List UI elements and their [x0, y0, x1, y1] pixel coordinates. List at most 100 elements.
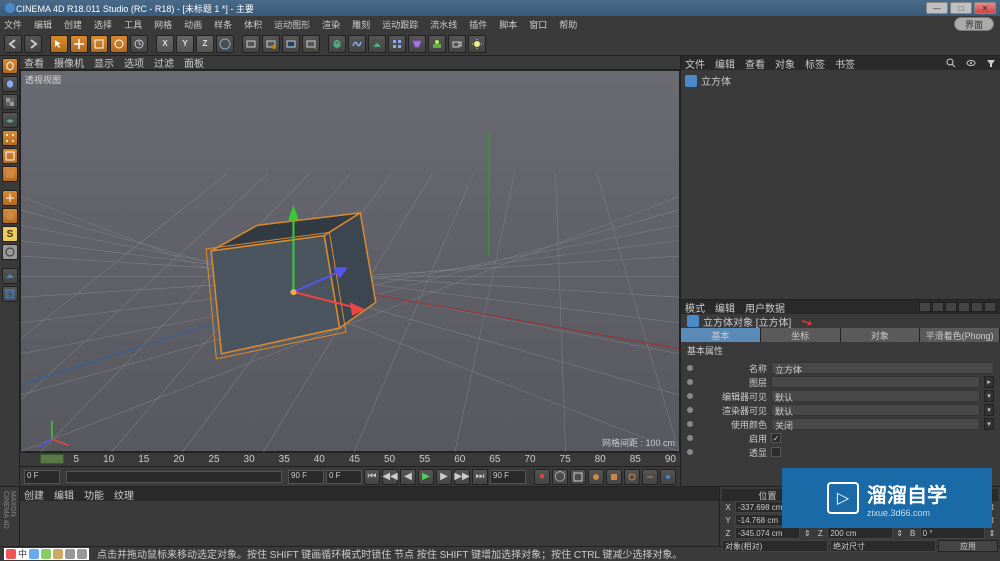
timeline-current[interactable]: 0 F	[326, 470, 362, 484]
coord-mode2[interactable]: 绝对尺寸	[830, 540, 936, 552]
y-axis-lock[interactable]: Y	[176, 35, 194, 53]
menu-script[interactable]: 脚本	[499, 18, 517, 31]
render-settings[interactable]	[302, 35, 320, 53]
menu-spline[interactable]: 样条	[214, 18, 232, 31]
attr-tab-coord[interactable]: 坐标	[761, 328, 841, 342]
vp-menu-camera[interactable]: 摄像机	[54, 55, 84, 70]
object-cube[interactable]: 立方体	[683, 72, 998, 89]
key-pos[interactable]	[588, 469, 604, 485]
array-tool[interactable]	[388, 35, 406, 53]
obj-tab-tags[interactable]: 标签	[805, 56, 825, 71]
minimize-button[interactable]: —	[926, 2, 948, 14]
attr-usecolor-drop[interactable]: ▾	[984, 418, 994, 430]
modeling-mode[interactable]	[2, 268, 18, 284]
vp-menu-filter[interactable]: 过滤	[154, 55, 174, 70]
mat-tab-texture[interactable]: 纹理	[114, 487, 134, 502]
play-button[interactable]: ▶	[418, 469, 434, 485]
coord-mode1[interactable]: 对象(相对)	[722, 540, 828, 552]
render-region[interactable]	[262, 35, 280, 53]
viewport-toggle[interactable]	[2, 208, 18, 224]
attr-nav-back[interactable]	[919, 302, 931, 312]
timeline-start[interactable]: 0 F	[24, 470, 60, 484]
goto-end-button[interactable]: ⏭	[472, 469, 488, 485]
vp-menu-options[interactable]: 选项	[124, 55, 144, 70]
attr-menu-mode[interactable]: 模式	[685, 300, 705, 315]
vp-menu-panel[interactable]: 面板	[184, 55, 204, 70]
viewport-3d[interactable]: 透视视图 网格间距 : 100 cm	[20, 70, 680, 452]
mat-tab-func[interactable]: 功能	[84, 487, 104, 502]
maximize-button[interactable]: □	[950, 2, 972, 14]
menu-create[interactable]: 创建	[64, 18, 82, 31]
key-pla[interactable]	[660, 469, 676, 485]
vp-menu-view[interactable]: 查看	[24, 55, 44, 70]
camera-tool[interactable]	[448, 35, 466, 53]
next-key-button[interactable]: ▶▶	[454, 469, 470, 485]
vp-menu-display[interactable]: 显示	[94, 55, 114, 70]
menu-volume[interactable]: 体积	[244, 18, 262, 31]
obj-search-icon[interactable]	[946, 58, 956, 68]
scale-tool[interactable]	[90, 35, 108, 53]
make-editable[interactable]	[2, 58, 18, 74]
attr-tab-object[interactable]: 对象	[841, 328, 921, 342]
menu-sculpt[interactable]: 雕刻	[352, 18, 370, 31]
render-view[interactable]	[242, 35, 260, 53]
attr-name-input[interactable]: 立方体	[771, 362, 994, 374]
menu-select[interactable]: 选择	[94, 18, 112, 31]
attr-nav-fwd[interactable]	[932, 302, 944, 312]
coord-z-pos[interactable]: -345.074 cm	[735, 527, 800, 539]
x-axis-lock[interactable]: X	[156, 35, 174, 53]
nurbs-tool[interactable]	[368, 35, 386, 53]
attr-nav-menu[interactable]	[984, 302, 996, 312]
menu-track[interactable]: 运动跟踪	[382, 18, 418, 31]
attr-nav-up[interactable]	[945, 302, 957, 312]
model-mode[interactable]	[2, 76, 18, 92]
coord-z-size[interactable]: 200 cm	[827, 527, 892, 539]
obj-tab-file[interactable]: 文件	[685, 56, 705, 71]
z-axis-lock[interactable]: Z	[196, 35, 214, 53]
point-mode[interactable]	[2, 130, 18, 146]
workplane-snap[interactable]	[2, 244, 18, 260]
recent-tool[interactable]	[130, 35, 148, 53]
obj-eye-icon[interactable]	[966, 58, 976, 68]
key-param[interactable]	[642, 469, 658, 485]
goto-start-button[interactable]: ⏮	[364, 469, 380, 485]
obj-tab-edit[interactable]: 编辑	[715, 56, 735, 71]
attr-editor-vis-select[interactable]: 默认	[771, 390, 980, 402]
record-button[interactable]: ●	[534, 469, 550, 485]
attr-render-vis-select[interactable]: 默认	[771, 404, 980, 416]
coord-b[interactable]: 0 °	[920, 527, 985, 539]
menu-tools[interactable]: 工具	[124, 18, 142, 31]
autokey-button[interactable]: ◯	[552, 469, 568, 485]
menu-file[interactable]: 文件	[4, 18, 22, 31]
coord-apply-button[interactable]: 应用	[938, 540, 998, 552]
key-scale[interactable]	[606, 469, 622, 485]
texture-mode[interactable]	[2, 94, 18, 110]
obj-tab-objects[interactable]: 对象	[775, 56, 795, 71]
attr-menu-edit[interactable]: 编辑	[715, 300, 735, 315]
uv-mode[interactable]	[2, 286, 18, 302]
snap-toggle[interactable]: S	[2, 226, 18, 242]
prev-frame-button[interactable]: ◀	[400, 469, 416, 485]
attr-enable-checkbox[interactable]: ✓	[771, 433, 781, 443]
attr-tab-basic[interactable]: 基本	[681, 328, 761, 342]
obj-tab-bookmarks[interactable]: 书签	[835, 56, 855, 71]
mat-tab-create[interactable]: 创建	[24, 487, 44, 502]
workplane-mode[interactable]	[2, 112, 18, 128]
deformer-tool[interactable]	[408, 35, 426, 53]
layout-dropdown[interactable]: 界面	[954, 17, 994, 31]
menu-mograph[interactable]: 运动图形	[274, 18, 310, 31]
timeline-playhead[interactable]	[40, 454, 64, 464]
spline-primitive[interactable]	[348, 35, 366, 53]
timeline-ruler[interactable]: 051015202530354045505560657075808590	[20, 452, 680, 466]
select-tool[interactable]	[50, 35, 68, 53]
attr-nav-lock[interactable]	[971, 302, 983, 312]
key-options[interactable]	[570, 469, 586, 485]
menu-edit[interactable]: 编辑	[34, 18, 52, 31]
attr-nav-home[interactable]	[958, 302, 970, 312]
cube-primitive[interactable]	[328, 35, 346, 53]
next-frame-button[interactable]: ▶	[436, 469, 452, 485]
attr-editor-vis-drop[interactable]: ▾	[984, 390, 994, 402]
prev-key-button[interactable]: ◀◀	[382, 469, 398, 485]
menu-plugin[interactable]: 插件	[469, 18, 487, 31]
attr-tab-phong[interactable]: 平滑着色(Phong)	[920, 328, 1000, 342]
